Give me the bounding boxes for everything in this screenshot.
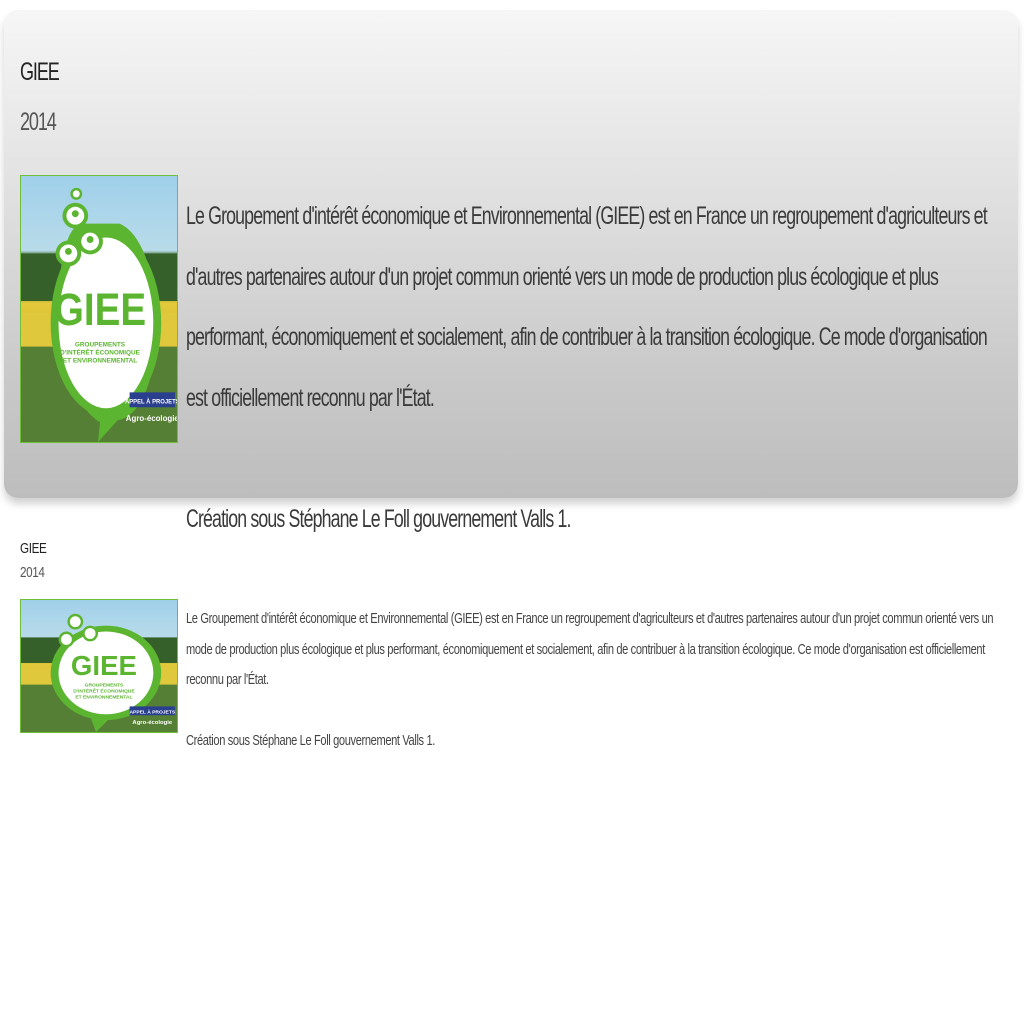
svg-text:GIEE: GIEE bbox=[71, 650, 137, 681]
featured-title: GIEE bbox=[20, 58, 60, 86]
svg-text:Agro-écologie: Agro-écologie bbox=[126, 414, 177, 423]
featured-description-text: Le Groupement d'intérêt économique et En… bbox=[186, 202, 988, 412]
svg-text:APPEL À PROJETS: APPEL À PROJETS bbox=[125, 398, 177, 405]
featured-description: Le Groupement d'intérêt économique et En… bbox=[186, 186, 1003, 549]
giee-logo-graphic-small: GIEE GROUPEMENTS D'INTÉRÊT ÉCONOMIQUE ET… bbox=[21, 613, 177, 732]
item-year: 2014 bbox=[20, 564, 45, 581]
item-note-text: Création sous Stéphane Le Foll gouvernem… bbox=[186, 732, 435, 749]
svg-text:APPEL À PROJETS: APPEL À PROJETS bbox=[129, 708, 175, 715]
featured-year: 2014 bbox=[20, 108, 57, 136]
svg-text:D'INTÉRÊT ÉCONOMIQUE: D'INTÉRÊT ÉCONOMIQUE bbox=[60, 348, 141, 357]
item-description-text: Le Groupement d'intérêt économique et En… bbox=[186, 610, 994, 688]
item-title[interactable]: GIEE bbox=[20, 540, 47, 557]
svg-text:GROUPEMENTS: GROUPEMENTS bbox=[85, 683, 124, 689]
giee-logo-graphic: GIEE GROUPEMENTS D'INTÉRÊT ÉCONOMIQUE ET… bbox=[21, 187, 177, 442]
svg-text:GROUPEMENTS: GROUPEMENTS bbox=[75, 342, 126, 349]
giee-logo-image: GIEE GROUPEMENTS D'INTÉRÊT ÉCONOMIQUE ET… bbox=[20, 175, 178, 443]
svg-text:ET ENVIRONNEMENTAL: ET ENVIRONNEMENTAL bbox=[63, 358, 137, 365]
item-description: Le Groupement d'intérêt économique et En… bbox=[186, 604, 1000, 757]
svg-text:Agro-écologie: Agro-écologie bbox=[132, 720, 172, 726]
svg-text:ET ENVIRONNEMENTAL: ET ENVIRONNEMENTAL bbox=[75, 695, 132, 701]
giee-logo-image-small: GIEE GROUPEMENTS D'INTÉRÊT ÉCONOMIQUE ET… bbox=[20, 599, 178, 733]
svg-text:GIEE: GIEE bbox=[54, 284, 146, 335]
featured-note-text: Création sous Stéphane Le Foll gouvernem… bbox=[186, 504, 571, 533]
